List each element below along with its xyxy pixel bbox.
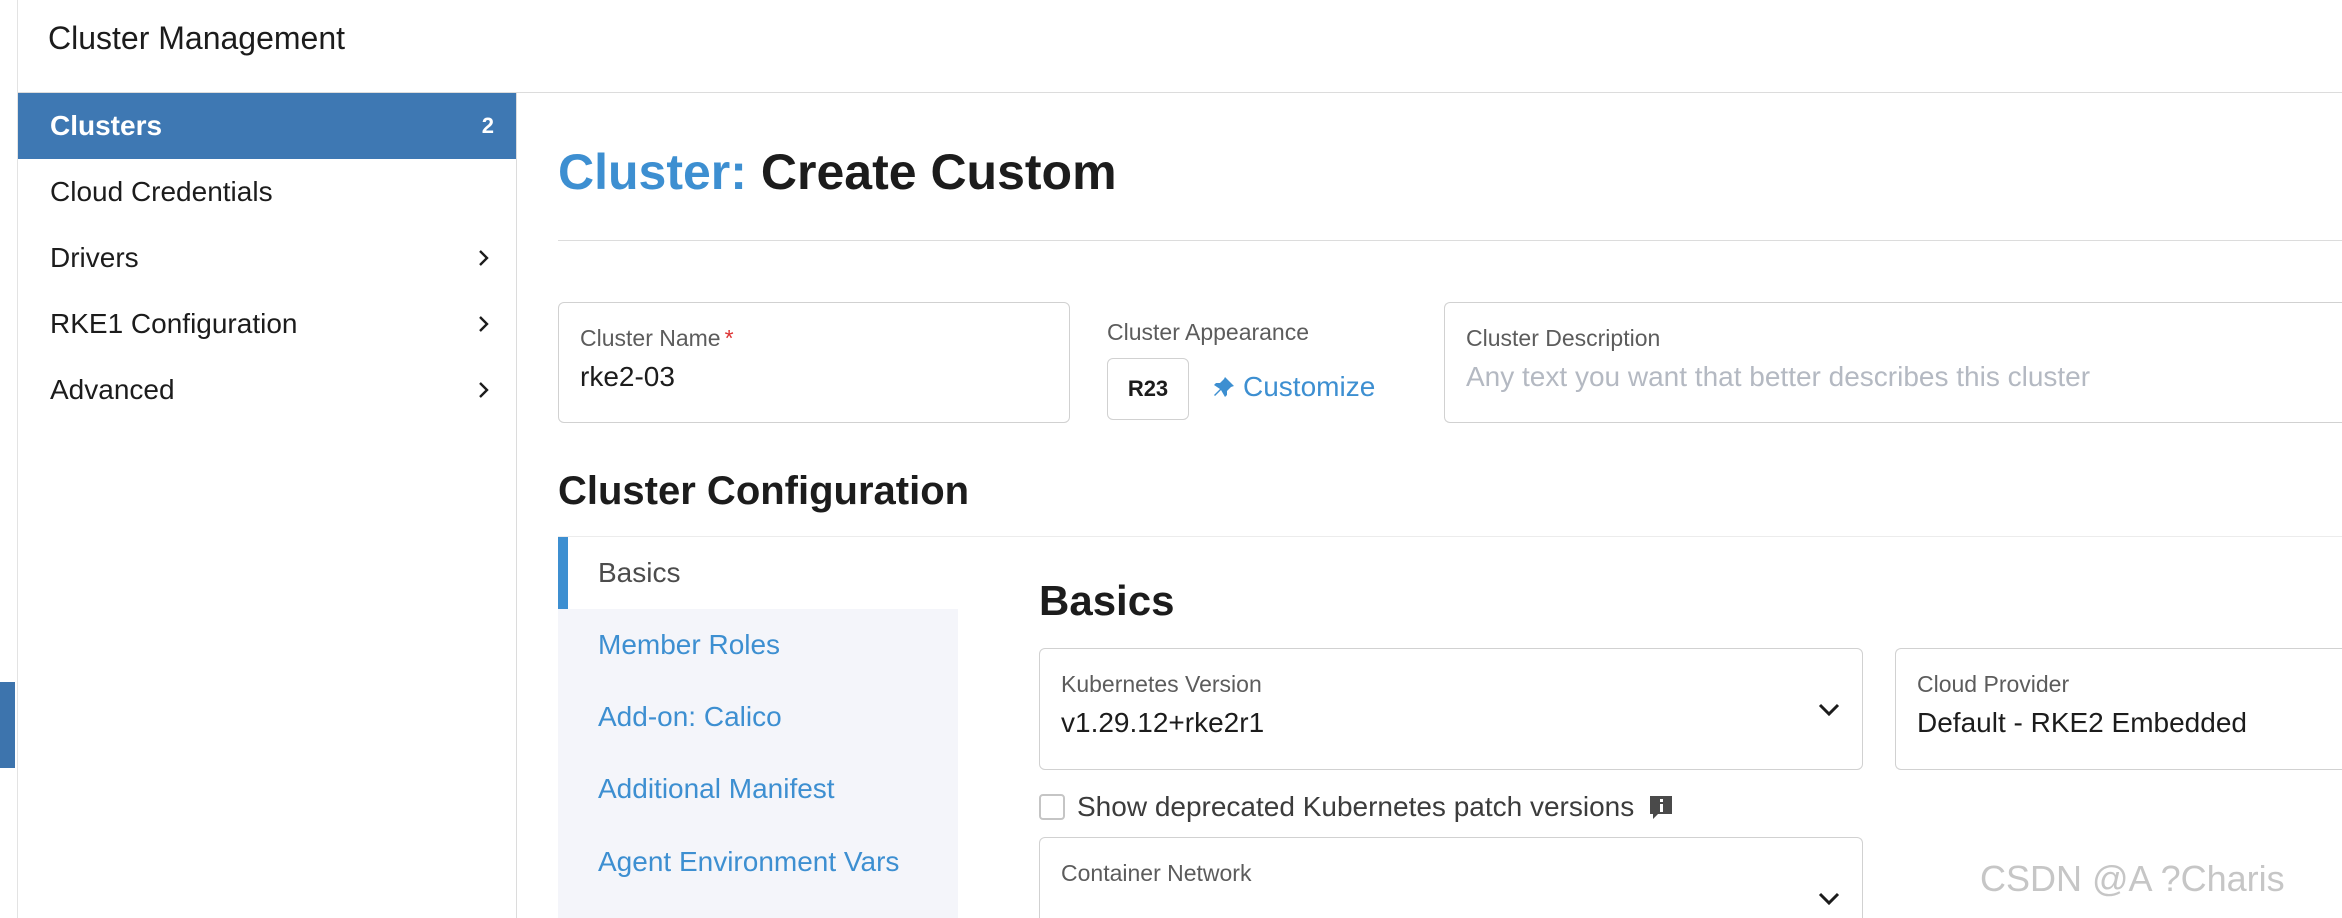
cloud-provider-value: Default - RKE2 Embedded <box>1917 707 2247 738</box>
cluster-description-label: Cluster Description <box>1466 325 1661 351</box>
cluster-configuration-title: Cluster Configuration <box>558 469 970 513</box>
customize-link[interactable]: Customize <box>1213 371 1375 403</box>
cluster-name-label: Cluster Name * <box>580 325 734 351</box>
cloud-provider-select[interactable]: Cloud Provider Default - RKE2 Embedded <box>1895 648 2342 770</box>
basics-title: Basics <box>1039 577 1175 624</box>
kubernetes-version-value: v1.29.12+rke2r1 <box>1061 707 1265 738</box>
kubernetes-version-label: Kubernetes Version <box>1061 671 1262 697</box>
sidebar-item-label: Clusters <box>50 110 163 141</box>
show-deprecated-checkbox-row[interactable]: Show deprecated Kubernetes patch version… <box>1039 791 1674 823</box>
chevron-right-icon <box>479 382 489 398</box>
sidebar: Clusters 2 Cloud Credentials Drivers RKE… <box>18 93 517 918</box>
sidebar-item-cloud-credentials[interactable]: Cloud Credentials <box>18 159 516 225</box>
app-title: Cluster Management <box>48 20 346 56</box>
clusters-count-badge: 2 <box>481 113 494 138</box>
config-tab-agent-env-vars[interactable]: Agent Environment Vars <box>558 826 958 898</box>
cloud-provider-label: Cloud Provider <box>1917 671 2070 697</box>
sidebar-item-drivers[interactable]: Drivers <box>18 225 516 291</box>
chevron-down-icon <box>1818 892 1840 906</box>
config-tab-addon-calico[interactable]: Add-on: Calico <box>558 681 958 753</box>
required-marker: * <box>724 325 734 351</box>
container-network-select[interactable]: Container Network <box>1039 837 1863 918</box>
page-title-text: Create Custom <box>760 144 1117 200</box>
sidebar-item-label: Advanced <box>50 374 175 405</box>
sidebar-item-label: RKE1 Configuration <box>50 308 298 339</box>
cluster-description-placeholder: Any text you want that better describes … <box>1466 361 2091 392</box>
container-network-label: Container Network <box>1061 860 1252 886</box>
cluster-name-field[interactable]: Cluster Name * rke2-03 <box>558 302 1070 423</box>
sidebar-item-label: Cloud Credentials <box>50 176 273 207</box>
sidebar-item-clusters[interactable]: Clusters 2 <box>18 93 516 159</box>
sidebar-item-label: Drivers <box>50 242 139 273</box>
top-bar: Cluster Management <box>18 0 2342 93</box>
cluster-name-value: rke2-03 <box>580 361 675 392</box>
chevron-down-icon <box>1818 703 1840 717</box>
left-gutter <box>0 0 18 918</box>
page-title: Cluster: Create Custom <box>558 143 1117 201</box>
chevron-right-icon <box>479 316 489 332</box>
chevron-right-icon <box>479 250 489 266</box>
config-tab-basics[interactable]: Basics <box>558 537 958 609</box>
show-deprecated-checkbox[interactable] <box>1039 794 1065 820</box>
info-icon[interactable] <box>1648 794 1674 820</box>
pin-icon <box>1214 377 1234 397</box>
config-nav: Basics Member Roles Add-on: Calico Addit… <box>558 537 958 918</box>
config-tab-additional-manifest[interactable]: Additional Manifest <box>558 753 958 825</box>
show-deprecated-label: Show deprecated Kubernetes patch version… <box>1077 791 1635 822</box>
config-tab-member-roles[interactable]: Member Roles <box>558 609 958 681</box>
cluster-avatar: R23 <box>1107 358 1189 420</box>
cluster-description-field[interactable]: Cluster Description Any text you want th… <box>1444 302 2342 423</box>
kubernetes-version-select[interactable]: Kubernetes Version v1.29.12+rke2r1 <box>1039 648 1863 770</box>
watermark: CSDN @A ?Charis <box>1980 858 2285 899</box>
sidebar-item-advanced[interactable]: Advanced <box>18 357 516 423</box>
title-divider <box>558 240 2342 241</box>
page-title-prefix: Cluster: <box>558 144 747 200</box>
customize-label: Customize <box>1243 371 1376 402</box>
gutter-marker <box>0 682 15 768</box>
sidebar-item-rke1-configuration[interactable]: RKE1 Configuration <box>18 291 516 357</box>
main-content: Cluster: Create Custom Cluster Name * rke2… <box>517 93 2342 918</box>
cluster-appearance-label: Cluster Appearance <box>1107 319 1310 345</box>
